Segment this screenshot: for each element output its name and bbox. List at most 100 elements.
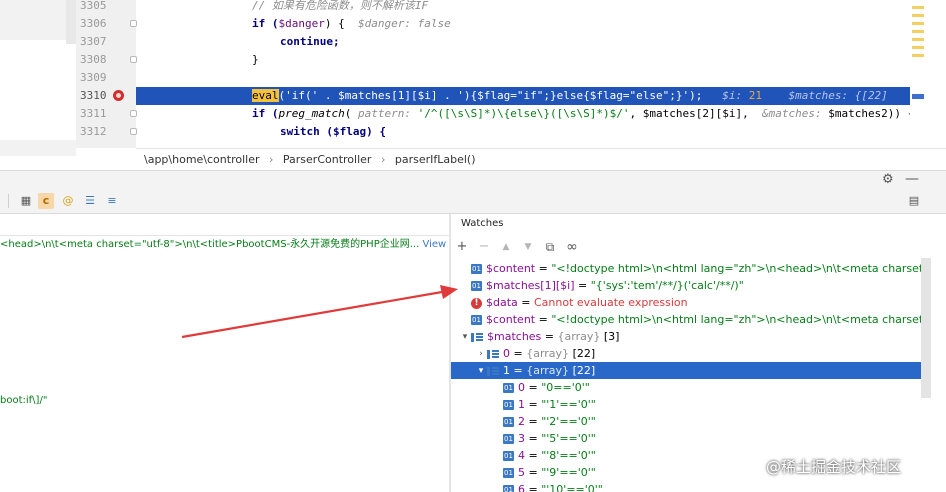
- watch-row[interactable]: 01 $matches[1][$i] = "{'sys':'tem'/**/}('…: [451, 277, 921, 294]
- watches-scrollbar[interactable]: [921, 258, 931, 398]
- gear-icon[interactable]: ⚙: [882, 172, 894, 187]
- warning-marker[interactable]: [912, 6, 924, 9]
- execution-point-line: eval('if(' . $matches[1][$i] . '){$flag=…: [136, 87, 910, 105]
- watch-equals: =: [525, 415, 542, 428]
- chevron-down-icon[interactable]: ▾: [459, 329, 471, 346]
- watch-value: "0=='0'": [541, 381, 590, 394]
- watch-value: "<!doctype html>\n<html lang="zh">\n<hea…: [551, 262, 921, 275]
- list-icon[interactable]: ☰: [82, 193, 98, 209]
- primitive-value-icon: 01: [471, 315, 482, 325]
- remove-watch-icon[interactable]: −: [477, 239, 491, 255]
- line-number-gutter[interactable]: 3305 3306 3307 3308 3309 3310 3311 3312: [76, 0, 137, 148]
- breadcrumb-method[interactable]: parserIfLabel(): [395, 153, 476, 166]
- at-icon[interactable]: @: [60, 193, 76, 209]
- breadcrumb-class[interactable]: ParserController: [283, 153, 372, 166]
- minimize-icon[interactable]: —: [905, 171, 919, 187]
- watch-row[interactable]: 01 2 = "'2'=='0'": [451, 413, 921, 430]
- error-stripe[interactable]: [910, 0, 946, 148]
- watch-row[interactable]: › 0 = {array} [22]: [451, 345, 921, 362]
- add-watch-icon[interactable]: +: [455, 239, 469, 255]
- line-number: 3306: [76, 15, 137, 33]
- primitive-value-icon: 01: [503, 383, 514, 393]
- variables-panel[interactable]: <head>\n\t<meta charset="utf-8">\n\t<tit…: [0, 214, 450, 492]
- watches-toolbar: + − ▲ ▼ ⧉ ∞: [451, 236, 946, 258]
- watch-name: 4: [518, 449, 525, 462]
- c-icon[interactable]: c: [38, 193, 54, 209]
- warning-marker[interactable]: [912, 22, 924, 25]
- primitive-value-icon: 01: [503, 451, 514, 461]
- eval-function: eval: [252, 89, 279, 102]
- watch-name: $content: [486, 313, 536, 326]
- code-line: }: [252, 53, 259, 66]
- move-up-icon[interactable]: ▲: [499, 239, 513, 255]
- project-panel-footer: [0, 140, 76, 156]
- layout-icon[interactable]: ▤: [906, 193, 922, 209]
- watch-equals: =: [525, 432, 542, 445]
- watch-value: "'5'=='0'": [541, 432, 596, 445]
- watch-value: "'10'=='0'": [541, 483, 603, 492]
- watch-row[interactable]: 01 $content = "<!doctype html>\n<html lan…: [451, 311, 921, 328]
- copy-icon[interactable]: ⧉: [543, 239, 557, 255]
- watch-row[interactable]: 01 $content = "<!doctype html>\n<html lan…: [451, 260, 921, 277]
- primitive-value-icon: 01: [503, 434, 514, 444]
- chevron-down-icon[interactable]: ▾: [475, 363, 487, 380]
- watches-panel[interactable]: Watches + − ▲ ▼ ⧉ ∞ 01 $content = "<!doct…: [451, 214, 946, 492]
- variable-value-line[interactable]: <head>\n\t<meta charset="utf-8">\n\t<tit…: [0, 236, 450, 254]
- line-number: 3305: [80, 0, 107, 12]
- watch-row[interactable]: 01 3 = "'5'=='0'": [451, 430, 921, 447]
- breadcrumb-namespace[interactable]: \app\home\controller: [144, 153, 259, 166]
- warning-marker[interactable]: [912, 38, 924, 41]
- code-editor[interactable]: 3305 3306 3307 3308 3309 3310 3311 3312 …: [0, 0, 946, 170]
- watch-name: 5: [518, 466, 525, 479]
- watch-name: 0: [518, 381, 525, 394]
- watch-row[interactable]: ▾ $matches = {array} [3]: [451, 328, 921, 345]
- warning-marker[interactable]: [912, 46, 924, 49]
- primitive-value-icon: 01: [471, 281, 482, 291]
- chevron-right-icon[interactable]: ›: [475, 346, 487, 363]
- warning-marker[interactable]: [912, 30, 924, 33]
- line-number: 3312: [76, 123, 137, 141]
- variable-value-line[interactable]: boot:if\]/": [0, 392, 47, 410]
- watch-row[interactable]: 01 0 = "0=='0'": [451, 379, 921, 396]
- watch-name: $matches[1][$i]: [486, 279, 575, 292]
- warning-marker[interactable]: [912, 14, 924, 17]
- watch-name: 3: [518, 432, 525, 445]
- breakpoint-icon[interactable]: [113, 90, 124, 101]
- code-line: switch ($flag) {: [280, 125, 386, 138]
- watch-type: {array}: [526, 364, 573, 377]
- code-line: // 如果有危险函数，则不解析该IF: [252, 0, 429, 12]
- watch-name: 1: [503, 364, 510, 377]
- watches-title: Watches: [461, 218, 504, 229]
- watch-value: [3]: [603, 330, 620, 343]
- list-plus-icon[interactable]: ≡: [104, 193, 120, 209]
- execution-marker[interactable]: [912, 94, 924, 99]
- watch-value: [22]: [572, 364, 596, 377]
- watch-equals: =: [535, 313, 552, 326]
- watch-row[interactable]: ▾ 1 = {array} [22]: [451, 362, 921, 379]
- view-link[interactable]: View: [422, 239, 446, 250]
- watch-type: {array}: [557, 330, 604, 343]
- watch-name: 6: [518, 483, 525, 492]
- warning-marker[interactable]: [912, 54, 924, 57]
- breadcrumb: \app\home\controller › ParserController …: [136, 148, 946, 170]
- line-number: 3309: [80, 71, 107, 84]
- code-area[interactable]: // 如果有危险函数，则不解析该IF if ($danger) { $dange…: [136, 0, 910, 148]
- watch-equals: =: [525, 466, 542, 479]
- watch-value: "'8'=='0'": [541, 449, 596, 462]
- glasses-icon[interactable]: ∞: [565, 239, 579, 255]
- watch-row[interactable]: 01 1 = "'1'=='0'": [451, 396, 921, 413]
- debug-tool-header: ⚙ —: [0, 170, 946, 188]
- code-line: if ($danger) { $danger: false: [252, 17, 451, 30]
- line-number: 3311: [76, 105, 137, 123]
- inline-value-hint: $danger: false: [357, 17, 451, 30]
- project-panel-scrollbar[interactable]: [66, 0, 76, 44]
- project-panel-edge: [0, 0, 76, 170]
- move-down-icon[interactable]: ▼: [521, 239, 535, 255]
- watch-row[interactable]: 01 6 = "'10'=='0'": [451, 481, 921, 492]
- watch-name: 2: [518, 415, 525, 428]
- watermark: @稀土掘金技术社区: [766, 458, 902, 476]
- table-icon[interactable]: ▦: [18, 193, 34, 209]
- array-icon: [487, 366, 499, 377]
- watch-row[interactable]: ! $data = Cannot evaluate expression: [451, 294, 921, 311]
